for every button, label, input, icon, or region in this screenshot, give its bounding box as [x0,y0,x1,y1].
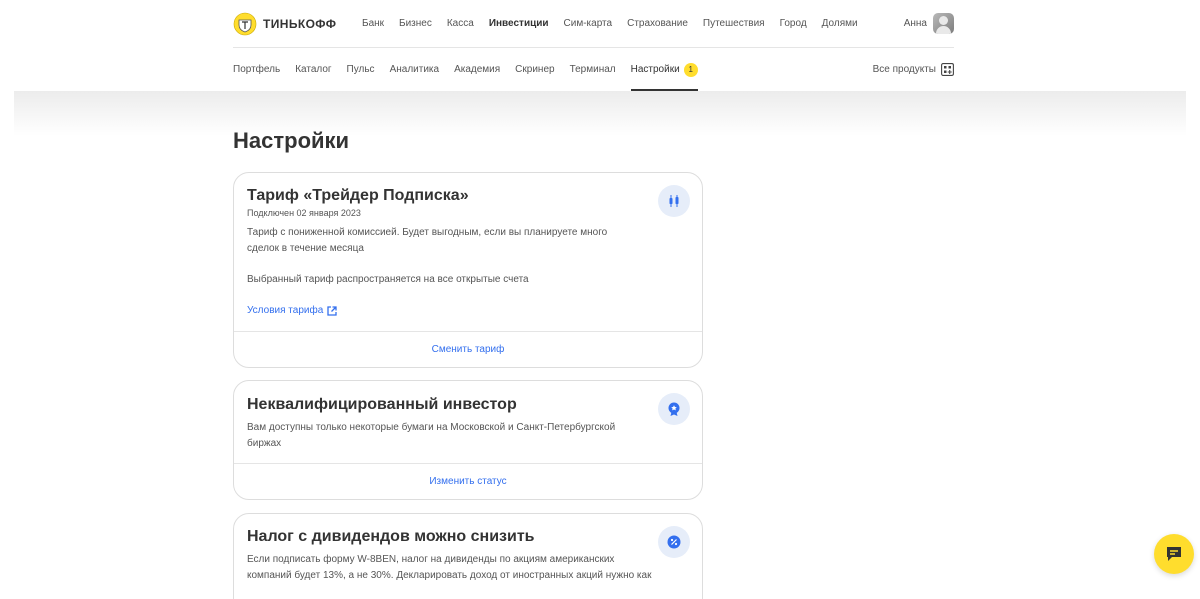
tab-terminal[interactable]: Терминал [570,48,616,91]
nav-item-business[interactable]: Бизнес [399,18,432,29]
tab-label: Терминал [569,64,616,75]
sub-header: Портфель Каталог Пульс Аналитика Академи… [233,48,954,91]
avatar[interactable] [933,13,954,34]
tab-label: Настройки [630,64,680,75]
tariff-card: Тариф «Трейдер Подписка» Подключен 02 ян… [233,172,703,368]
dividend-tax-description: Если подписать форму W-8BEN, налог на ди… [247,554,652,581]
nav-item-travel[interactable]: Путешествия [703,18,765,29]
candles-icon [658,185,690,217]
change-tariff-button[interactable]: Сменить тариф [234,331,702,367]
tariff-note: Выбранный тариф распространяется на все … [247,274,529,285]
tab-label: Пульс [346,64,375,75]
tab-academy[interactable]: Академия [454,48,500,91]
tariff-connected-date: Подключен 02 января 2023 [247,208,361,218]
user-name: Анна [903,18,927,29]
header-shadow [14,91,1186,136]
tab-label: Каталог [295,64,332,75]
tab-label: Академия [454,64,501,75]
tab-label: Портфель [233,64,281,75]
nav-item-insurance[interactable]: Страхование [627,18,688,29]
investor-status-title: Неквалифицированный инвестор [247,396,517,413]
nav-item-sim[interactable]: Сим-карта [564,18,613,29]
tab-settings[interactable]: Настройки 1 [630,48,698,91]
tab-pulse[interactable]: Пульс [347,48,375,91]
chat-icon [1167,547,1181,561]
badge-icon [658,393,690,425]
percent-icon [658,526,690,558]
top-header: ТИНЬКОФФ Банк Бизнес Касса Инвестиции Си… [233,0,954,48]
nav-item-bank[interactable]: Банк [362,18,384,29]
grid-plus-icon [941,63,954,76]
external-link-icon [327,305,337,316]
notification-badge: 1 [683,62,698,77]
nav-item-dolyami[interactable]: Долями [822,18,858,29]
tab-screener[interactable]: Скринер [515,48,554,91]
page-title: Настройки [233,128,350,153]
brand-name: ТИНЬКОФФ [263,16,337,31]
all-products-button[interactable]: Все продукты [873,63,954,76]
tariff-description: Тариф с пониженной комиссией. Будет выго… [247,227,608,254]
nav-item-investments[interactable]: Инвестиции [489,18,549,29]
chat-button[interactable] [1154,534,1194,574]
nav-item-city[interactable]: Город [780,18,807,29]
investments-nav: Портфель Каталог Пульс Аналитика Академи… [233,48,713,91]
tariff-terms-label: Условия тарифа [247,305,324,316]
dividend-tax-title: Налог с дивидендов можно снизить [247,528,535,545]
tariff-terms-link[interactable]: Условия тарифа [247,305,337,316]
tab-label: Аналитика [389,64,440,75]
all-products-label: Все продукты [872,64,936,75]
investor-status-card: Неквалифицированный инвестор Вам доступн… [233,380,703,500]
user-menu[interactable]: Анна [904,13,954,34]
investor-status-description: Вам доступны только некоторые бумаги на … [247,422,616,449]
brand-logo[interactable]: ТИНЬКОФФ [233,12,362,36]
tariff-title: Тариф «Трейдер Подписка» [247,187,469,204]
change-status-button[interactable]: Изменить статус [234,463,702,499]
dividend-tax-card: Налог с дивидендов можно снизить Если по… [233,513,703,599]
main-nav: Банк Бизнес Касса Инвестиции Сим-карта С… [362,18,873,29]
tab-catalog[interactable]: Каталог [295,48,331,91]
tab-analytics[interactable]: Аналитика [390,48,440,91]
tab-label: Скринер [515,64,555,75]
tinkoff-emblem-icon [233,12,257,35]
nav-item-kassa[interactable]: Касса [447,18,474,29]
tab-portfolio[interactable]: Портфель [233,48,280,91]
